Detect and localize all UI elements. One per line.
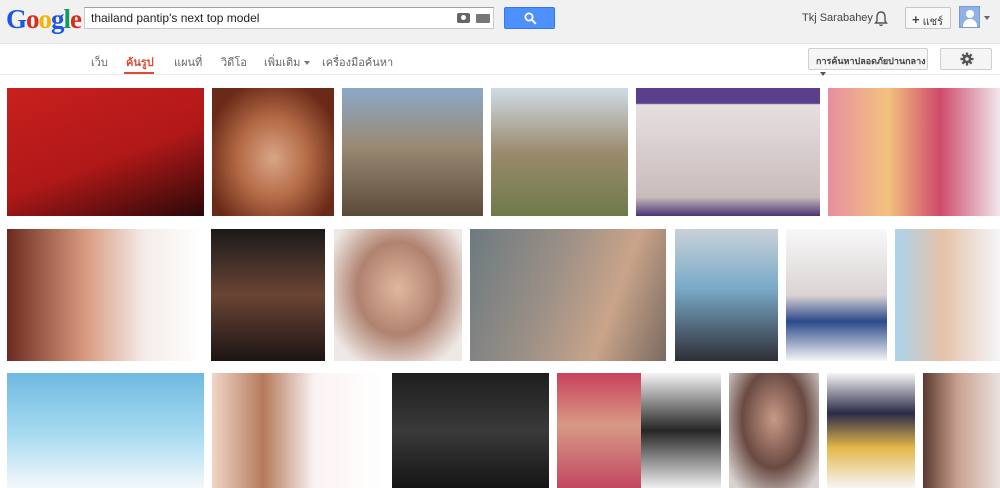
share-label: แชร์	[922, 16, 944, 28]
image-results-grid	[0, 75, 1000, 488]
image-result[interactable]	[636, 88, 820, 216]
image-result[interactable]	[392, 373, 549, 488]
image-result[interactable]	[211, 229, 325, 361]
image-result[interactable]	[7, 88, 204, 216]
image-result[interactable]	[641, 373, 721, 488]
share-button[interactable]: + แชร์	[905, 7, 951, 29]
tab-images[interactable]: ค้นรูป	[126, 53, 154, 71]
google-logo[interactable]: Google	[6, 4, 82, 34]
camera-icon[interactable]	[457, 13, 470, 23]
logo-letter: G	[6, 4, 27, 34]
settings-button[interactable]	[940, 48, 992, 70]
top-bar: Google thailand pantip's next top model …	[0, 0, 1000, 44]
tab-more[interactable]: เพิ่มเติม	[264, 53, 311, 71]
tab-maps[interactable]: แผนที่	[174, 53, 202, 71]
logo-letter: o	[26, 4, 39, 34]
safe-search-label: การค้นหาปลอดภัยปานกลาง	[816, 56, 926, 66]
active-tab-indicator	[124, 72, 154, 74]
search-query-text: thailand pantip's next top model	[91, 11, 260, 25]
image-result[interactable]	[342, 88, 483, 216]
image-result[interactable]	[895, 229, 1000, 361]
image-result[interactable]	[212, 88, 334, 216]
avatar[interactable]	[959, 6, 980, 28]
image-result[interactable]	[470, 229, 666, 361]
image-result[interactable]	[557, 373, 641, 488]
chevron-down-icon	[304, 61, 311, 66]
tab-more-label: เพิ่มเติม	[264, 57, 301, 69]
image-result[interactable]	[923, 373, 1000, 488]
logo-letter: o	[38, 4, 52, 34]
image-result[interactable]	[7, 229, 203, 361]
keyboard-icon[interactable]	[476, 14, 490, 23]
image-result[interactable]	[827, 373, 915, 488]
search-input[interactable]: thailand pantip's next top model	[84, 7, 494, 29]
tab-search-tools[interactable]: เครื่องมือค้นหา	[322, 53, 393, 71]
image-result[interactable]	[7, 373, 204, 488]
tab-videos[interactable]: วิดีโอ	[221, 53, 247, 71]
logo-letter: e	[70, 4, 82, 34]
user-name-link[interactable]: Tkj Sarabahey	[802, 12, 873, 24]
plus-icon: +	[912, 12, 920, 27]
logo-letter: g	[51, 4, 64, 34]
image-result[interactable]	[828, 88, 1000, 216]
chevron-down-icon[interactable]	[984, 16, 990, 20]
tab-web[interactable]: เว็บ	[91, 53, 108, 71]
image-result[interactable]	[212, 373, 383, 488]
search-button[interactable]	[504, 7, 555, 29]
search-icon	[524, 12, 537, 25]
notification-bell-icon[interactable]	[873, 10, 889, 28]
image-result[interactable]	[675, 229, 778, 361]
image-result[interactable]	[786, 229, 887, 361]
image-result[interactable]	[491, 88, 628, 216]
image-result[interactable]	[334, 229, 462, 361]
gear-icon	[960, 52, 974, 66]
image-result[interactable]	[729, 373, 819, 488]
safe-search-dropdown[interactable]: การค้นหาปลอดภัยปานกลาง	[808, 48, 928, 76]
